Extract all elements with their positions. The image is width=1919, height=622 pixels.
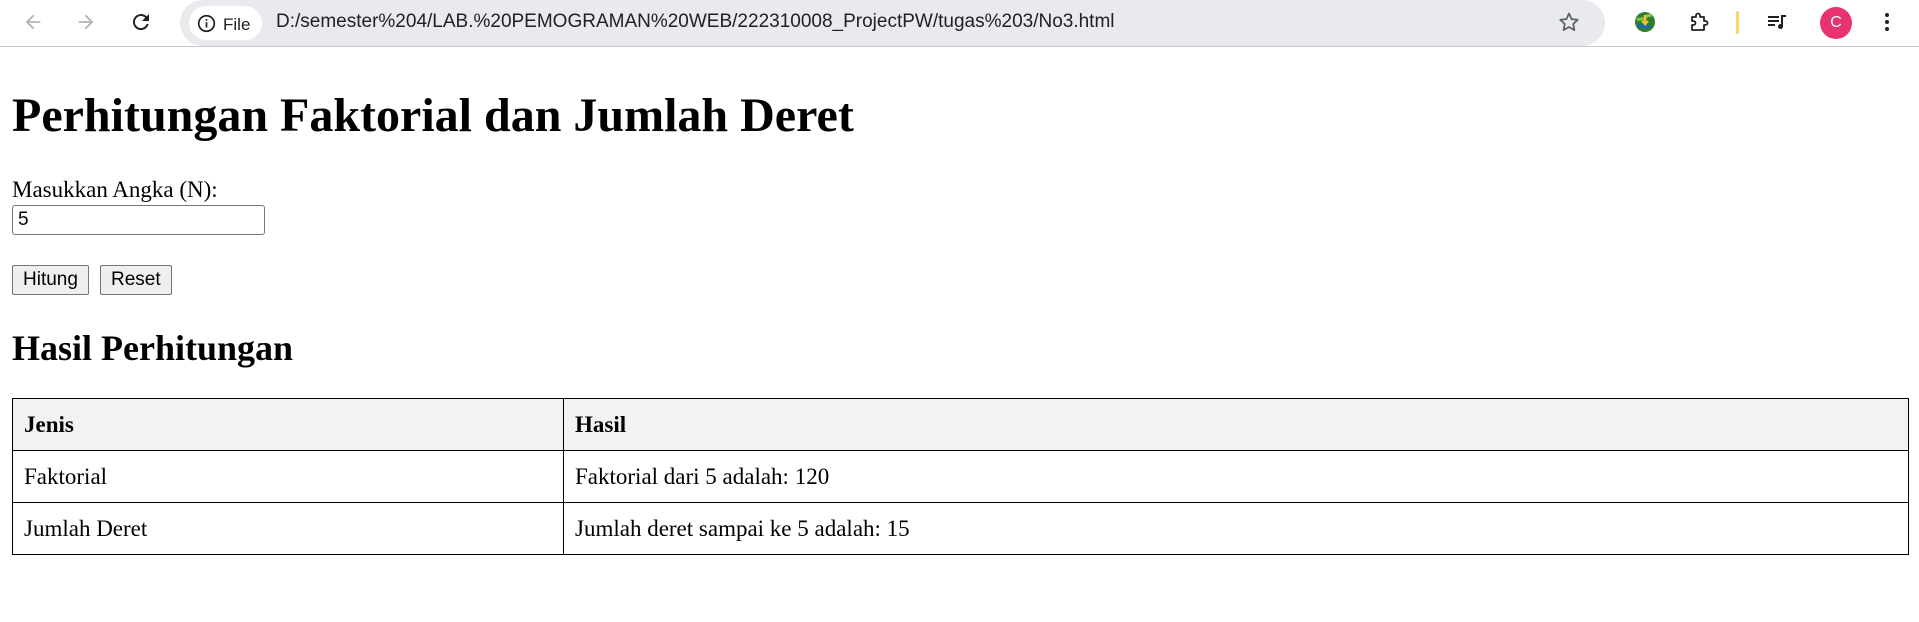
profile-avatar[interactable]: C bbox=[1820, 7, 1852, 39]
table-header-row: Jenis Hasil bbox=[12, 398, 1909, 451]
reset-button[interactable]: Reset bbox=[100, 265, 172, 295]
toolbar-divider bbox=[1736, 11, 1739, 34]
star-icon[interactable] bbox=[1554, 7, 1584, 37]
media-queue-icon[interactable] bbox=[1762, 7, 1792, 37]
column-header-jenis: Jenis bbox=[12, 398, 564, 451]
chip-label: File bbox=[223, 15, 251, 34]
extension-globe-icon[interactable] bbox=[1630, 7, 1660, 37]
info-icon bbox=[197, 14, 216, 38]
result-table: Jenis Hasil Faktorial Faktorial dari 5 a… bbox=[12, 398, 1909, 555]
table-row: Faktorial Faktorial dari 5 adalah: 120 bbox=[12, 450, 1909, 503]
cell-hasil: Faktorial dari 5 adalah: 120 bbox=[563, 450, 1909, 503]
column-header-hasil: Hasil bbox=[563, 398, 1909, 451]
forward-icon[interactable] bbox=[71, 7, 101, 37]
cell-jenis: Faktorial bbox=[12, 450, 564, 503]
table-row: Jumlah Deret Jumlah deret sampai ke 5 ad… bbox=[12, 502, 1909, 555]
puzzle-icon[interactable] bbox=[1684, 7, 1714, 37]
hitung-button[interactable]: Hitung bbox=[12, 265, 89, 295]
site-info-chip[interactable]: File bbox=[189, 6, 262, 40]
url-text[interactable]: D:/semester%204/LAB.%20PEMOGRAMAN%20WEB/… bbox=[276, 11, 1115, 33]
input-label: Masukkan Angka (N): bbox=[12, 177, 218, 202]
browser-toolbar: File D:/semester%204/LAB.%20PEMOGRAMAN%2… bbox=[0, 0, 1919, 47]
menu-icon[interactable] bbox=[1872, 7, 1902, 37]
cell-hasil: Jumlah deret sampai ke 5 adalah: 15 bbox=[563, 502, 1909, 555]
cell-jenis: Jumlah Deret bbox=[12, 502, 564, 555]
number-input[interactable] bbox=[12, 205, 265, 235]
reload-icon[interactable] bbox=[126, 7, 156, 37]
back-icon[interactable] bbox=[18, 7, 48, 37]
result-heading: Hasil Perhitungan bbox=[12, 328, 294, 368]
page-title: Perhitungan Faktorial dan Jumlah Deret bbox=[12, 89, 854, 142]
